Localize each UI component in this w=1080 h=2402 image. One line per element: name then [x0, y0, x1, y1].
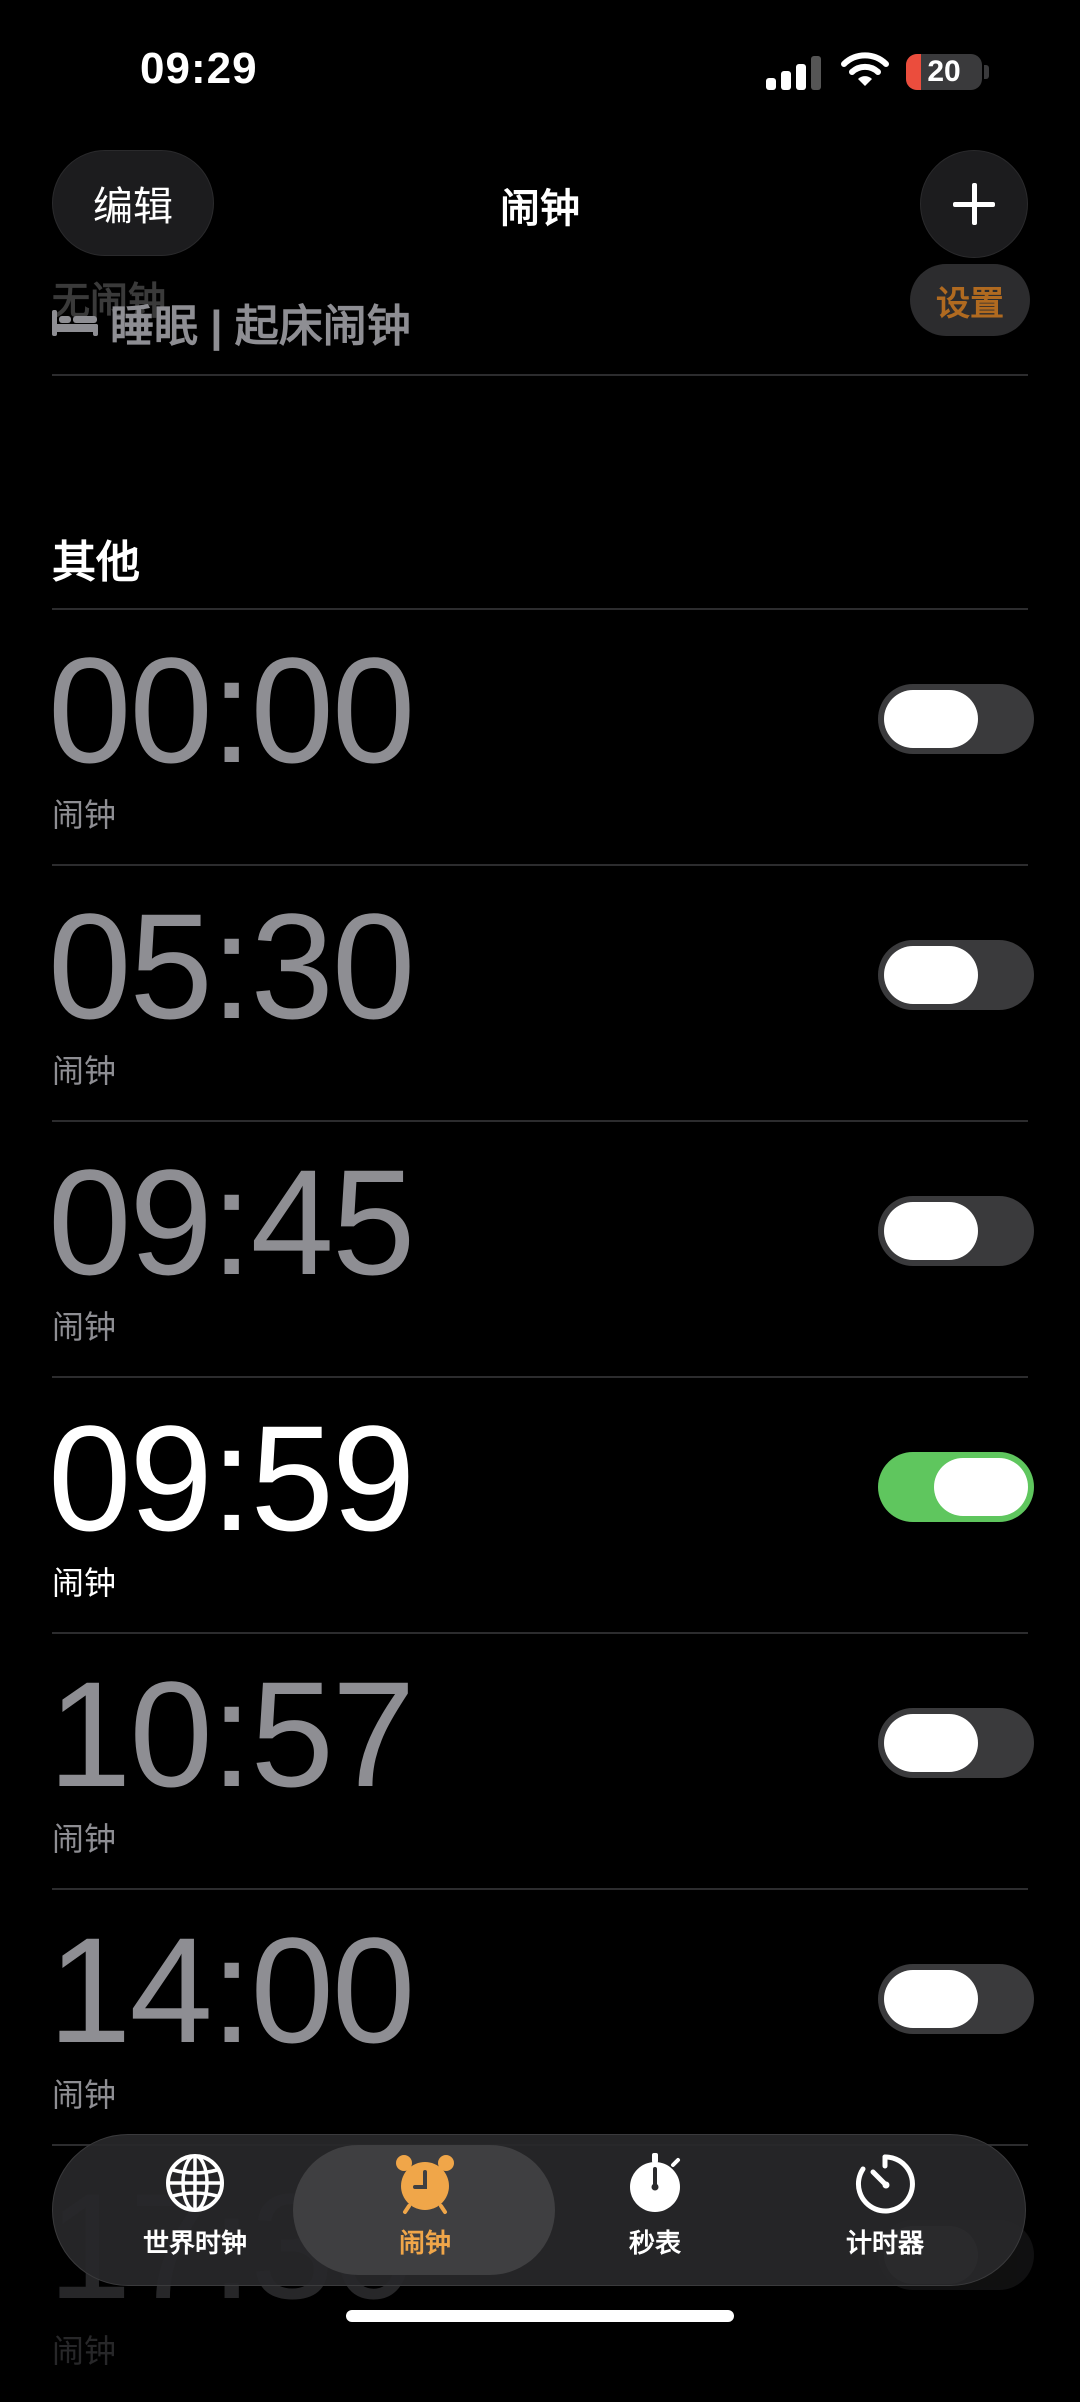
battery-tip [984, 65, 989, 79]
tab-stopwatch[interactable]: 秒表 [555, 2147, 755, 2275]
sleep-set-button[interactable]: 设置 [910, 264, 1030, 336]
sleep-wake-alarm-row: 睡眠 | 起床闹钟 [52, 296, 411, 351]
alarm-label: 闹钟 [52, 2333, 117, 2369]
timer-icon [855, 2154, 915, 2214]
alarm-toggle[interactable] [878, 1964, 1034, 2034]
alarm-time: 09:45 [48, 1138, 415, 1306]
alarm-toggle[interactable] [878, 1452, 1034, 1522]
alarm-label: 闹钟 [52, 1565, 117, 1601]
section-title-other: 其他 [52, 538, 140, 587]
alarm-label: 闹钟 [52, 1309, 117, 1345]
alarm-clock-icon [396, 2155, 454, 2214]
status-time: 09:29 [140, 44, 258, 93]
tab-bar: 世界时钟 闹钟 秒表 计时器 [52, 2134, 1026, 2286]
wifi-icon [841, 52, 889, 86]
alarm-toggle[interactable] [878, 1196, 1034, 1266]
alarm-time: 10:57 [48, 1650, 415, 1818]
home-indicator[interactable] [346, 2310, 734, 2322]
divider [52, 374, 1028, 376]
alarm-time: 05:30 [48, 882, 415, 1050]
globe-icon [166, 2154, 224, 2212]
alarm-row[interactable]: 14:00 闹钟 [0, 1890, 1080, 2146]
tab-alarm[interactable]: 闹钟 [325, 2147, 525, 2275]
page-title: 闹钟 [500, 187, 580, 231]
alarm-toggle[interactable] [878, 1708, 1034, 1778]
alarm-toggle[interactable] [878, 940, 1034, 1010]
add-alarm-button[interactable] [920, 150, 1028, 258]
tab-label: 计时器 [845, 2228, 924, 2258]
alarm-row[interactable]: 09:45 闹钟 [0, 1122, 1080, 1378]
bed-icon [52, 310, 98, 336]
alarm-row[interactable]: 05:30 闹钟 [0, 866, 1080, 1122]
sleep-wake-label: 睡眠 | 起床闹钟 [110, 302, 411, 351]
alarm-row[interactable]: 00:00 闹钟 [0, 610, 1080, 866]
alarm-time: 09:59 [48, 1394, 415, 1562]
tab-timer[interactable]: 计时器 [785, 2147, 985, 2275]
alarm-toggle[interactable] [878, 684, 1034, 754]
alarm-time: 14:00 [48, 1906, 415, 2074]
alarm-row[interactable]: 09:59 闹钟 [0, 1378, 1080, 1634]
cellular-signal-icon [766, 56, 822, 90]
tab-label: 秒表 [628, 2228, 681, 2258]
alarm-label: 闹钟 [52, 2077, 117, 2113]
alarm-label: 闹钟 [52, 1821, 117, 1857]
status-bar: 09:29 20 [0, 0, 1080, 140]
alarm-label: 闹钟 [52, 1053, 117, 1089]
alarm-time: 00:00 [48, 626, 415, 794]
tab-label: 闹钟 [398, 2228, 451, 2258]
alarm-label: 闹钟 [52, 797, 117, 833]
alarm-row[interactable]: 10:57 闹钟 [0, 1634, 1080, 1890]
stopwatch-icon [630, 2153, 680, 2212]
battery-icon: 20 [906, 54, 982, 90]
tab-label: 世界时钟 [142, 2228, 247, 2258]
battery-level: 20 [927, 55, 961, 88]
tab-world-clock[interactable]: 世界时钟 [95, 2147, 295, 2275]
